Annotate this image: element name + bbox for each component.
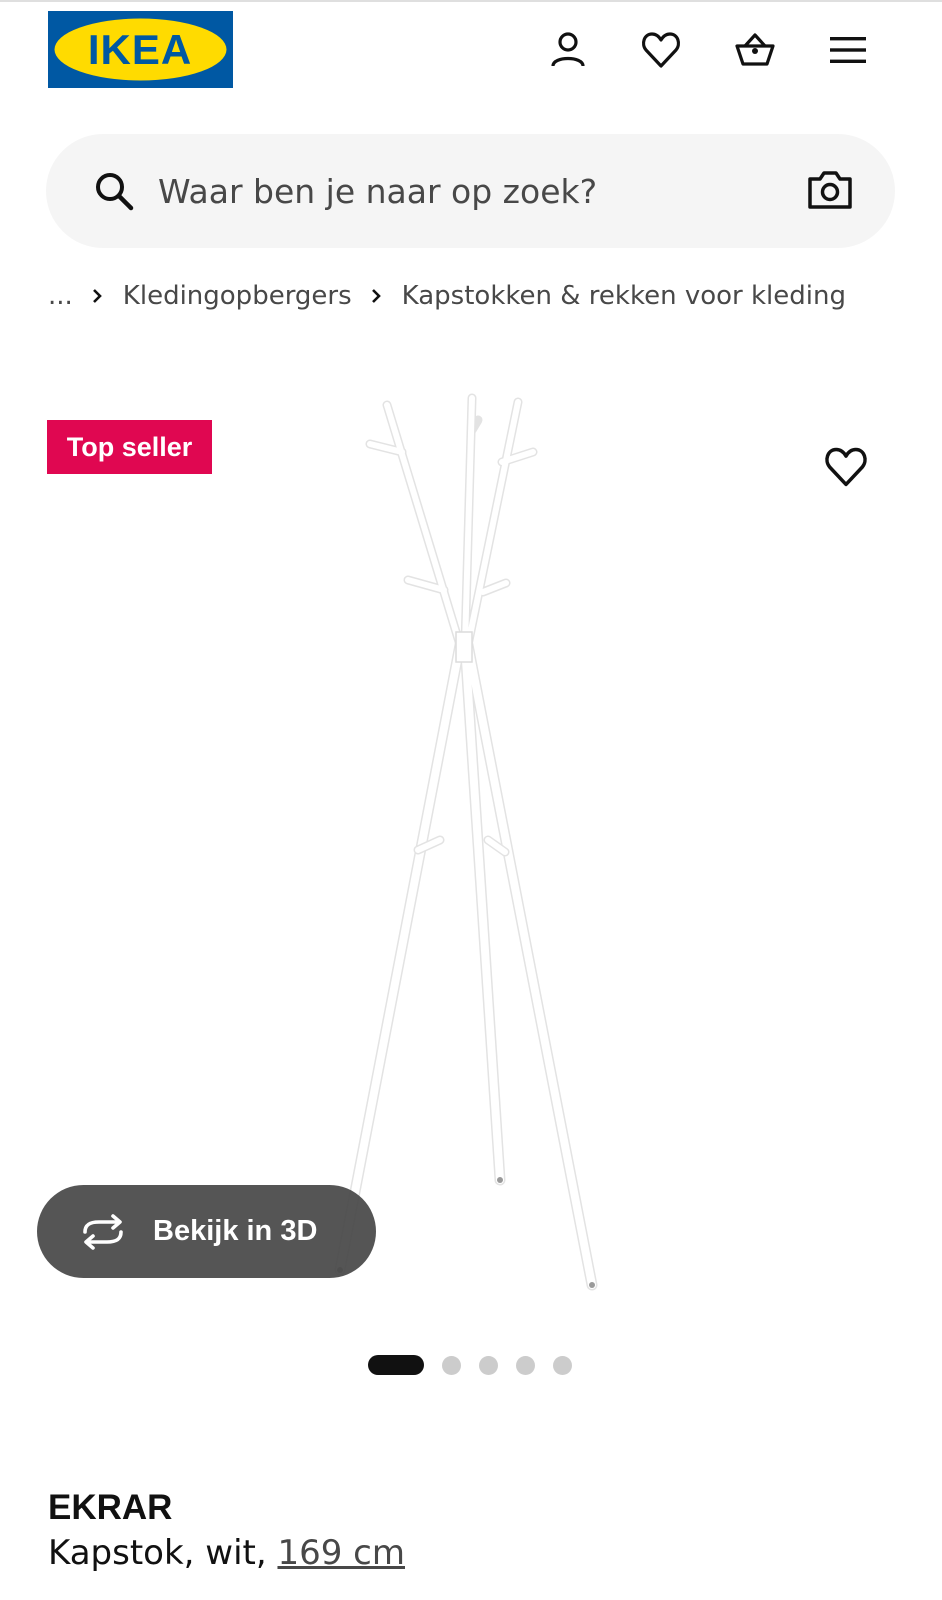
breadcrumb-ellipsis[interactable]: ... [48, 281, 73, 311]
product-description: Kapstok, wit, 169 cm [48, 1533, 405, 1573]
view-in-3d-label: Bekijk in 3D [153, 1215, 318, 1247]
favourites-button[interactable] [635, 24, 687, 76]
product-size-link[interactable]: 169 cm [277, 1533, 405, 1573]
top-border [0, 0, 942, 2]
profile-icon [551, 32, 585, 67]
search-bar[interactable] [46, 134, 895, 248]
pagination-dot[interactable] [479, 1355, 498, 1375]
product-image-coat-stand[interactable] [320, 380, 620, 1300]
breadcrumb-item-kapstokken[interactable]: Kapstokken & rekken voor kleding [402, 281, 846, 311]
hamburger-menu-icon [830, 37, 866, 63]
search-icon [96, 173, 134, 211]
chevron-right-icon [92, 289, 102, 303]
heart-icon [641, 32, 681, 68]
menu-button[interactable] [822, 24, 874, 76]
gallery-pagination [368, 1354, 590, 1376]
pagination-dot[interactable] [516, 1355, 535, 1375]
basket-icon [735, 33, 775, 66]
chevron-right-icon [371, 289, 381, 303]
pagination-dot[interactable] [553, 1355, 572, 1375]
breadcrumb-item-kledingopbergers[interactable]: Kledingopbergers [123, 281, 352, 311]
ikea-logo[interactable]: IKEA [48, 11, 233, 88]
pagination-dot-active[interactable] [368, 1355, 424, 1375]
product-name: EKRAR [48, 1488, 173, 1527]
breadcrumb: ... Kledingopbergers Kapstokken & rekken… [48, 275, 846, 317]
logo-text: IKEA [88, 26, 192, 73]
basket-button[interactable] [729, 24, 781, 76]
product-description-text: Kapstok, wit, [48, 1533, 278, 1573]
pagination-dot[interactable] [442, 1355, 461, 1375]
view-in-3d-button[interactable]: Bekijk in 3D [37, 1185, 376, 1278]
product-gallery[interactable] [0, 360, 942, 1320]
add-to-favourites-heart-icon[interactable] [822, 443, 870, 491]
rotate-3d-icon [83, 1213, 123, 1250]
camera-icon[interactable] [805, 165, 855, 215]
top-seller-badge: Top seller [47, 420, 212, 474]
search-input[interactable] [158, 156, 758, 226]
profile-button[interactable] [542, 24, 594, 76]
ikea-logo-graphic: IKEA [48, 11, 233, 88]
